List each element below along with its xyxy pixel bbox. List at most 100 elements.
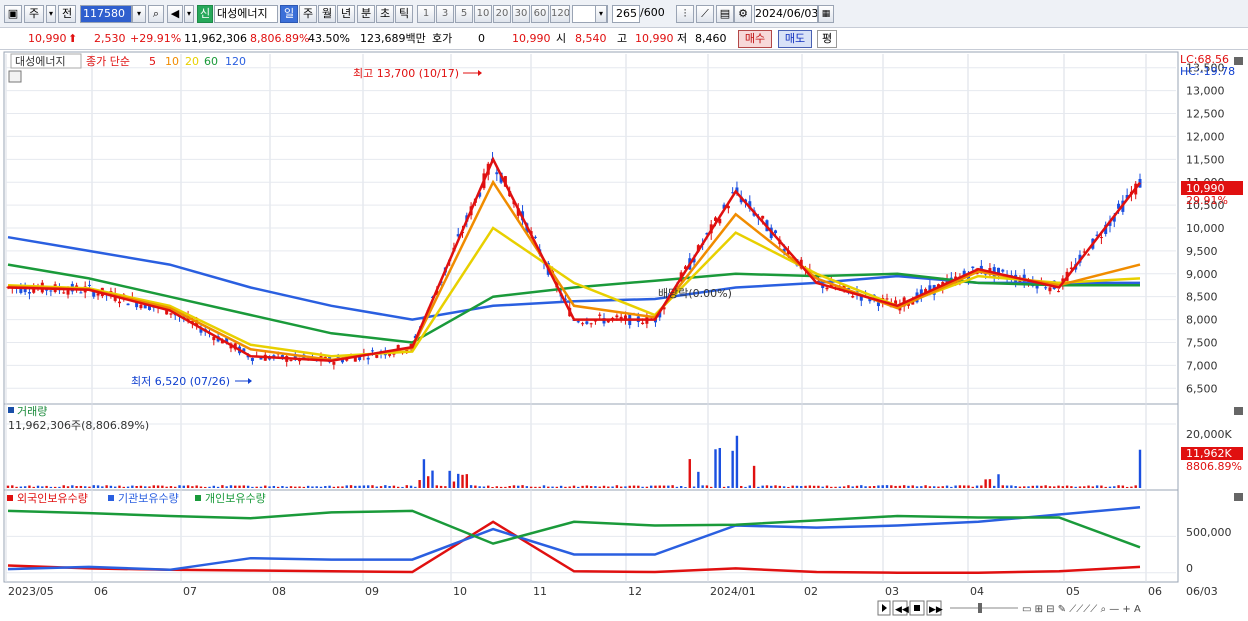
candle-body (370, 350, 374, 352)
volume-bar (221, 485, 224, 488)
period-day-button[interactable]: 일 (280, 5, 298, 23)
interval-120-button[interactable]: 120 (550, 5, 570, 23)
volume-bar (529, 486, 533, 488)
buy-button[interactable]: 매수 (738, 30, 772, 48)
volume-panel-close-icon[interactable] (1234, 407, 1243, 415)
holding-panel-close-icon[interactable] (1234, 493, 1243, 501)
volume-bar (508, 486, 511, 488)
speaker-icon[interactable]: ◀ (167, 5, 183, 23)
search-icon[interactable]: ⌕ (148, 5, 164, 23)
interval-5-button[interactable]: 5 (455, 5, 473, 23)
volume-bar (6, 485, 10, 488)
x-axis-label: 2023/05 (8, 585, 54, 598)
price-tick-label: 12,000 (1186, 130, 1225, 143)
interval-1-button[interactable]: 1 (417, 5, 435, 23)
volume-bar (11, 485, 14, 488)
volume-bar (302, 486, 306, 488)
volume-bar (195, 485, 198, 488)
volume-bar (36, 485, 40, 488)
volume-bar (782, 486, 786, 488)
volume-bar (319, 486, 323, 488)
price-tick-label: 7,000 (1186, 359, 1218, 372)
volume-bar (902, 485, 906, 488)
period-minute-button[interactable]: 분 (357, 5, 375, 23)
candle-body (169, 313, 173, 315)
interval-30-button[interactable]: 30 (512, 5, 530, 23)
table-toggle-icon[interactable] (8, 70, 22, 83)
interval-3-button[interactable]: 3 (436, 5, 454, 23)
price-panel-close-icon[interactable] (1234, 57, 1243, 65)
candle-body (533, 236, 537, 238)
period-short-dropdown-icon[interactable]: ▾ (46, 5, 56, 23)
stock-code-dropdown-icon[interactable]: ▾ (132, 5, 146, 23)
holding-axis-tick-500k: 500,000 (1186, 526, 1232, 539)
volume-bar (152, 485, 155, 488)
volume-bar (628, 485, 631, 488)
prev-button[interactable]: 전 (58, 5, 76, 23)
volume-bar (787, 486, 790, 488)
volume-bar (105, 485, 108, 488)
gear-icon[interactable]: ⚙ (734, 5, 752, 23)
volume-bar (1014, 486, 1017, 488)
volume-bar (1095, 485, 1099, 488)
volume-bar (71, 485, 74, 488)
interval-20-button[interactable]: 20 (493, 5, 511, 23)
zoom-slider-handle[interactable] (978, 603, 982, 613)
x-axis-label: 06 (94, 585, 108, 598)
volume-bar (757, 486, 760, 488)
stock-code-input[interactable]: 117580 (80, 5, 132, 23)
chart-tools-icon[interactable]: ▭ ⊞ ⊟ ✎ ⟋⟋⟋⟋ ⌕ — + A (1022, 604, 1141, 615)
date-input[interactable]: 2024/06/03 (754, 5, 818, 23)
period-week-button[interactable]: 주 (299, 5, 317, 23)
window-menu-icon[interactable]: ▣ (4, 5, 22, 23)
volume-value: 11,962,306 (184, 32, 247, 45)
volume-bar (598, 486, 601, 488)
period-tick-button[interactable]: 틱 (395, 5, 413, 23)
volume-bar (838, 486, 842, 488)
volume-bar (452, 481, 456, 488)
period-month-button[interactable]: 월 (318, 5, 336, 23)
period-year-button[interactable]: 년 (337, 5, 355, 23)
save-icon[interactable]: ▤ (716, 5, 734, 23)
volume-bar (1044, 485, 1047, 488)
volume-value-label: 11,962,306주(8,806.89%) (8, 419, 149, 432)
period-second-button[interactable]: 초 (376, 5, 394, 23)
interval-dropdown-icon[interactable]: ▾ (595, 5, 607, 23)
volume-bar (932, 486, 936, 488)
candle-type-icon[interactable]: ⫶ (676, 5, 694, 23)
chart-area[interactable]: 6,500 7,000 7,500 8,000 8,500 9,000 9,500 10,00… (0, 50, 1248, 621)
volume-bar (770, 485, 773, 488)
volume-bar (645, 486, 649, 488)
volume-axis-tick: 20,000K (1186, 428, 1232, 441)
average-button[interactable]: 평 (817, 30, 837, 48)
interval-10-button[interactable]: 10 (474, 5, 492, 23)
candle-body (87, 284, 91, 286)
candle-body (589, 323, 593, 325)
up-arrow-icon: ⬆ (68, 32, 78, 45)
interval-60-button[interactable]: 60 (531, 5, 549, 23)
volume-bar (997, 474, 1000, 488)
count-input[interactable]: 265 (612, 5, 640, 23)
candle-body (49, 290, 53, 292)
price-tick-label: 12,500 (1186, 108, 1225, 121)
volume-bar (255, 486, 258, 488)
volume-bar (285, 486, 288, 488)
volume-bar (851, 486, 854, 488)
volume-bar (559, 485, 563, 488)
volume-bar (216, 486, 220, 488)
ma60-legend: 60 (204, 55, 218, 68)
candle-body (641, 322, 645, 325)
sell-button[interactable]: 매도 (778, 30, 812, 48)
calendar-icon[interactable]: ▦ (818, 5, 834, 23)
volume-bar (1065, 485, 1069, 488)
candle-body (598, 314, 602, 316)
credit-badge[interactable]: 신 (197, 5, 213, 23)
period-short-button[interactable]: 주 (24, 5, 44, 23)
ma-legend-prefix: 종가 단순 (86, 55, 130, 68)
volume-bar (748, 485, 752, 488)
ma5-legend: 5 (149, 55, 156, 68)
volume-bar (667, 485, 670, 488)
drawing-tool-icon[interactable]: ⟋ (696, 5, 714, 23)
speaker-dropdown-icon[interactable]: ▾ (184, 5, 194, 23)
volume-bar (697, 471, 700, 488)
